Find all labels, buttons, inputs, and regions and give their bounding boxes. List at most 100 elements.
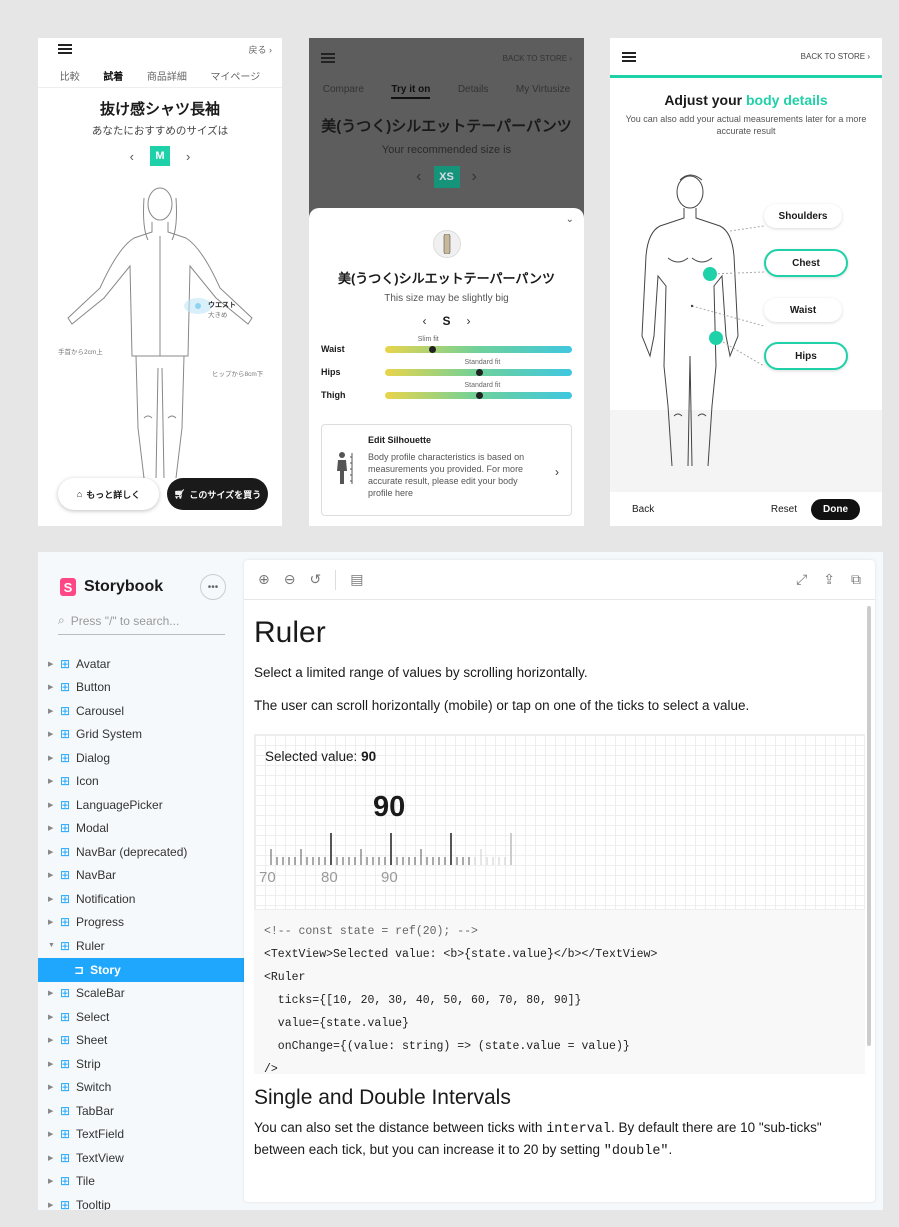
menu-icon[interactable] bbox=[622, 51, 636, 62]
tab-try-on[interactable]: Try it on bbox=[391, 84, 431, 99]
menu-icon[interactable] bbox=[58, 44, 72, 54]
sidebar-item-select[interactable]: ▶ ⊞ Select bbox=[38, 1005, 244, 1029]
menu-icon[interactable] bbox=[321, 53, 335, 63]
sidebar-item-languagepicker[interactable]: ▶ ⊞ LanguagePicker bbox=[38, 793, 244, 817]
zoom-in-icon[interactable]: ⊕ bbox=[258, 571, 270, 588]
caret-right-icon: ▶ bbox=[48, 731, 54, 739]
sidebar-item-strip[interactable]: ▶ ⊞ Strip bbox=[38, 1052, 244, 1076]
ruler-value: 90 bbox=[373, 790, 406, 823]
tab-my-virtusize[interactable]: My Virtusize bbox=[516, 84, 570, 99]
hips-pill[interactable]: Hips bbox=[764, 342, 848, 370]
tab-mypage[interactable]: マイページ bbox=[210, 68, 260, 83]
done-button[interactable]: Done bbox=[811, 498, 860, 520]
wrist-note: 手首から2cm上 bbox=[58, 349, 103, 356]
tick-label-90[interactable]: 90 bbox=[381, 869, 398, 886]
sidebar-item-scalebar[interactable]: ▶ ⊞ ScaleBar bbox=[38, 982, 244, 1006]
caret-right-icon: ▶ bbox=[48, 1060, 54, 1068]
tick-label-70[interactable]: 70 bbox=[259, 869, 276, 886]
more-details-label: もっと詳しく bbox=[86, 489, 141, 500]
zoom-out-icon[interactable]: ⊖ bbox=[284, 571, 296, 588]
tab-compare[interactable]: Compare bbox=[323, 84, 364, 99]
sidebar-item-grid-system[interactable]: ▶ ⊞ Grid System bbox=[38, 723, 244, 747]
sidebar-item-avatar[interactable]: ▶ ⊞ Avatar bbox=[38, 652, 244, 676]
sidebar-item-progress[interactable]: ▶ ⊞ Progress bbox=[38, 911, 244, 935]
sheet-title: 美(うつく)シルエットテーパーパンツ bbox=[337, 271, 556, 286]
code-line: <TextView>Selected value: <b>{state.valu… bbox=[264, 947, 658, 961]
sidebar-item-switch[interactable]: ▶ ⊞ Switch bbox=[38, 1076, 244, 1100]
sidebar: S Storybook ••• ⌕ Press "/" to search...… bbox=[38, 552, 244, 1210]
page-subtitle: You can also add your actual measurement… bbox=[625, 114, 867, 136]
sidebar-item-icon[interactable]: ▶ ⊞ Icon bbox=[38, 770, 244, 794]
tab-bar: 比較 試着 商品詳細 マイページ bbox=[38, 60, 282, 88]
next-size-icon[interactable]: › bbox=[472, 168, 477, 186]
sidebar-item-label: Dialog bbox=[76, 750, 111, 765]
buy-size-button[interactable]: 🛒︎ このサイズを買う bbox=[167, 478, 268, 510]
hanger-icon: ⌂ bbox=[76, 489, 83, 499]
sidebar-item-button[interactable]: ▶ ⊞ Button bbox=[38, 676, 244, 700]
sidebar-item-notification[interactable]: ▶ ⊞ Notification bbox=[38, 887, 244, 911]
caret-right-icon: ▶ bbox=[48, 1154, 54, 1162]
share-icon[interactable]: ⇪ bbox=[823, 571, 835, 588]
tab-try-on[interactable]: 試着 bbox=[103, 68, 123, 83]
reset-button[interactable]: Reset bbox=[771, 504, 797, 515]
caret-right-icon: ▶ bbox=[48, 1107, 54, 1115]
chest-pill[interactable]: Chest bbox=[764, 249, 848, 277]
size-picker: ‹ XS › bbox=[309, 166, 584, 188]
doc-intro: Select a limited range of values by scro… bbox=[254, 665, 588, 680]
back-to-store-link[interactable]: BACK TO STORE › bbox=[503, 54, 572, 63]
component-tree: ▶ ⊞ Avatar ▶ ⊞ Button ▶ ⊞ Carousel ▶ ⊞ Grid System ▶… bbox=[38, 652, 244, 1210]
fullscreen-icon[interactable]: ⤢ bbox=[796, 571, 807, 588]
shoulders-pill[interactable]: Shoulders bbox=[764, 204, 842, 228]
sidebar-item-sheet[interactable]: ▶ ⊞ Sheet bbox=[38, 1029, 244, 1053]
prev-size-icon[interactable]: ‹ bbox=[130, 149, 134, 164]
tab-compare[interactable]: 比較 bbox=[60, 68, 80, 83]
sidebar-item-navbar[interactable]: ▶ ⊞ NavBar bbox=[38, 864, 244, 888]
sidebar-item-ruler[interactable]: ▼ ⊞ Ruler bbox=[38, 934, 244, 958]
component-icon: ⊞ bbox=[60, 1056, 71, 1071]
next-size-icon[interactable]: › bbox=[186, 149, 190, 164]
tab-details[interactable]: Details bbox=[458, 84, 489, 99]
sidebar-item-label: LanguagePicker bbox=[76, 797, 163, 812]
sidebar-item-carousel[interactable]: ▶ ⊞ Carousel bbox=[38, 699, 244, 723]
next-size-icon[interactable]: › bbox=[467, 314, 471, 328]
silhouette-title: Edit Silhouette bbox=[368, 435, 431, 445]
sidebar-item-navbar-deprecated[interactable]: ▶ ⊞ NavBar (deprecated) bbox=[38, 840, 244, 864]
sidebar-item-textview[interactable]: ▶ ⊞ TextView bbox=[38, 1146, 244, 1170]
scrollbar[interactable] bbox=[867, 606, 871, 1046]
sidebar-item-tile[interactable]: ▶ ⊞ Tile bbox=[38, 1170, 244, 1194]
collapse-chevron-icon[interactable]: ⌄ bbox=[566, 214, 574, 225]
edit-silhouette-card[interactable]: Edit Silhouette Body profile characteris… bbox=[321, 424, 572, 516]
back-to-store-link[interactable]: BACK TO STORE › bbox=[801, 52, 870, 61]
story-label: Story bbox=[90, 962, 121, 977]
sidebar-item-tooltip[interactable]: ▶ ⊞ Tooltip bbox=[38, 1193, 244, 1210]
sidebar-item-label: Sheet bbox=[76, 1033, 108, 1048]
grid-icon[interactable]: ▤ bbox=[350, 571, 363, 588]
phone-fit-sheet: BACK TO STORE › Compare Try it on Detail… bbox=[309, 38, 584, 526]
sidebar-item-textfield[interactable]: ▶ ⊞ TextField bbox=[38, 1123, 244, 1147]
ruler-ticks[interactable] bbox=[269, 827, 519, 867]
back-link[interactable]: 戻る › bbox=[249, 43, 273, 56]
copy-icon[interactable]: ⧉ bbox=[851, 571, 861, 588]
prev-size-icon[interactable]: ‹ bbox=[416, 168, 421, 186]
sidebar-item-label: NavBar (deprecated) bbox=[76, 844, 188, 859]
back-button[interactable]: Back bbox=[632, 504, 654, 515]
waist-pill[interactable]: Waist bbox=[764, 298, 842, 322]
search-input[interactable]: ⌕ Press "/" to search... bbox=[58, 613, 225, 635]
tick-label-80[interactable]: 80 bbox=[321, 869, 338, 886]
hip-note: ヒップから8cm下 bbox=[212, 371, 264, 378]
sidebar-item-label: Carousel bbox=[76, 703, 125, 718]
fit-name: Waist bbox=[321, 344, 345, 354]
sidebar-item-dialog[interactable]: ▶ ⊞ Dialog bbox=[38, 746, 244, 770]
caret-right-icon: ▶ bbox=[48, 1178, 54, 1186]
sidebar-item-modal[interactable]: ▶ ⊞ Modal bbox=[38, 817, 244, 841]
sidebar-item-label: Icon bbox=[76, 774, 99, 789]
reset-zoom-icon[interactable]: ↺ bbox=[309, 571, 321, 588]
prev-size-icon[interactable]: ‹ bbox=[422, 314, 426, 328]
storybook-brand[interactable]: S Storybook bbox=[60, 578, 163, 596]
sidebar-item-story[interactable]: ⊐ Story bbox=[38, 957, 244, 982]
interval-paragraph: You can also set the distance between ti… bbox=[254, 1118, 865, 1163]
more-details-button[interactable]: ⌂ もっと詳しく bbox=[58, 478, 159, 510]
sidebar-item-tabbar[interactable]: ▶ ⊞ TabBar bbox=[38, 1099, 244, 1123]
more-options-button[interactable]: ••• bbox=[200, 574, 226, 600]
tab-details[interactable]: 商品詳細 bbox=[147, 68, 187, 83]
